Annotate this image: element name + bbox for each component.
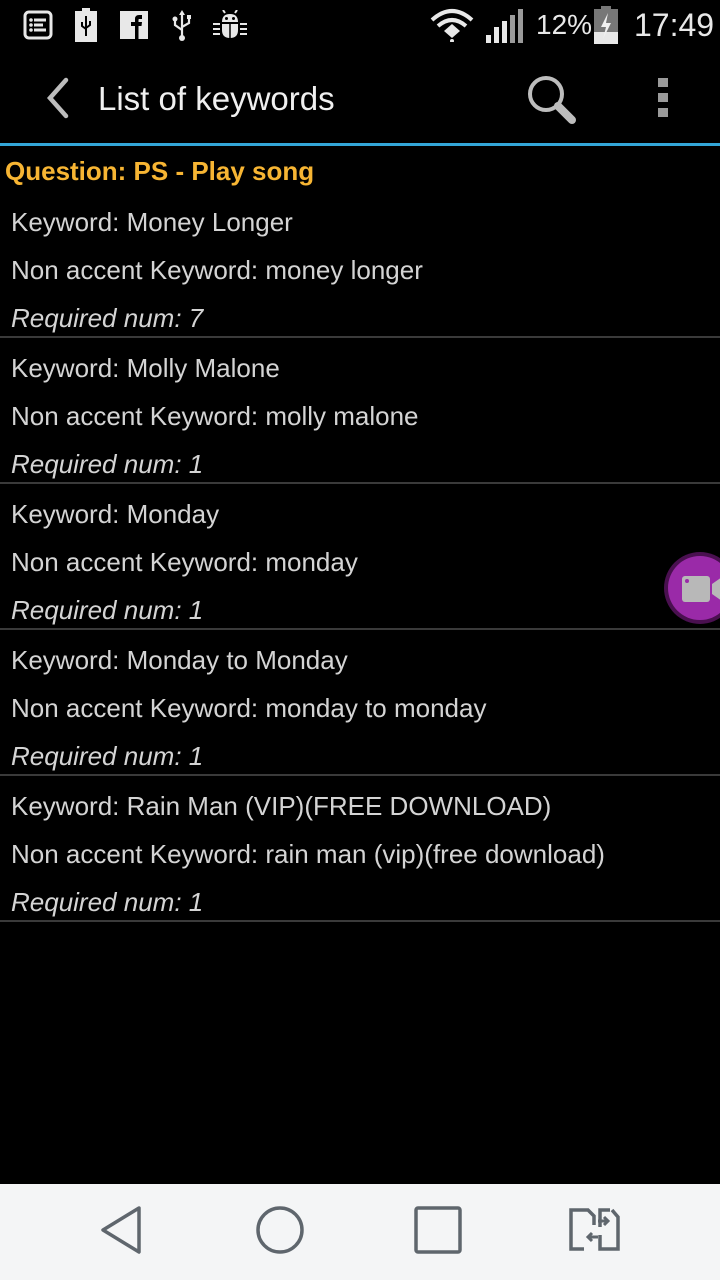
action-bar-divider [0, 143, 720, 146]
android-debug-icon [213, 10, 247, 40]
required-num-label: Required num: 1 [11, 595, 204, 625]
video-camera-icon [682, 574, 720, 609]
non-accent-keyword-label: Non accent Keyword: molly malone [11, 401, 419, 431]
keyword-item[interactable]: Keyword: Monday to Monday Non accent Key… [0, 630, 720, 776]
non-accent-keyword-label: Non accent Keyword: rain man (vip)(free … [11, 839, 605, 869]
keyword-item[interactable]: Keyword: Monday Non accent Keyword: mond… [0, 484, 720, 630]
keyword-list: Keyword: Money Longer Non accent Keyword… [0, 192, 720, 922]
keyword-label: Keyword: Monday [11, 499, 220, 529]
switch-app-icon [568, 1207, 628, 1258]
keyword-label: Keyword: Rain Man (VIP)(FREE DOWNLOAD) [11, 791, 552, 821]
required-num-label: Required num: 1 [11, 887, 204, 917]
keyword-item[interactable]: Keyword: Molly Malone Non accent Keyword… [0, 338, 720, 484]
non-accent-keyword-label: Non accent Keyword: money longer [11, 255, 423, 285]
keyword-label: Keyword: Monday to Monday [11, 645, 348, 675]
nav-switch-app-button[interactable] [558, 1204, 638, 1260]
question-header: Question: PS - Play song [5, 156, 315, 186]
clock: 17:49 [634, 7, 715, 43]
wifi-icon [430, 9, 474, 42]
nav-recents-button[interactable] [398, 1204, 478, 1260]
required-num-label: Required num: 1 [11, 741, 204, 771]
required-num-label: Required num: 7 [11, 303, 204, 333]
nav-back-button[interactable] [82, 1204, 162, 1260]
back-chevron-icon[interactable] [40, 76, 76, 120]
back-icon [99, 1205, 145, 1260]
facebook-icon [120, 10, 148, 40]
required-num-label: Required num: 1 [11, 449, 204, 479]
navigation-bar [0, 1184, 720, 1280]
usb-battery-icon [74, 8, 98, 42]
recents-icon [413, 1205, 463, 1260]
status-bar: 12% 17:49 [0, 0, 720, 50]
keyword-item[interactable]: Keyword: Rain Man (VIP)(FREE DOWNLOAD) N… [0, 776, 720, 922]
notes-icon [22, 10, 54, 40]
nav-home-button[interactable] [240, 1204, 320, 1260]
search-icon[interactable] [522, 70, 582, 128]
non-accent-keyword-label: Non accent Keyword: monday to monday [11, 693, 487, 723]
signal-icon [484, 9, 524, 43]
keyword-label: Keyword: Molly Malone [11, 353, 280, 383]
non-accent-keyword-label: Non accent Keyword: monday [11, 547, 358, 577]
battery-charging-icon [593, 6, 619, 44]
page-title: List of keywords [98, 80, 335, 117]
keyword-label: Keyword: Money Longer [11, 207, 293, 237]
action-bar: List of keywords [0, 50, 720, 143]
usb-icon [170, 10, 194, 41]
keyword-item[interactable]: Keyword: Money Longer Non accent Keyword… [0, 192, 720, 338]
overflow-menu-icon[interactable] [656, 76, 672, 120]
battery-percent: 12% [536, 9, 593, 40]
home-icon [255, 1205, 305, 1260]
